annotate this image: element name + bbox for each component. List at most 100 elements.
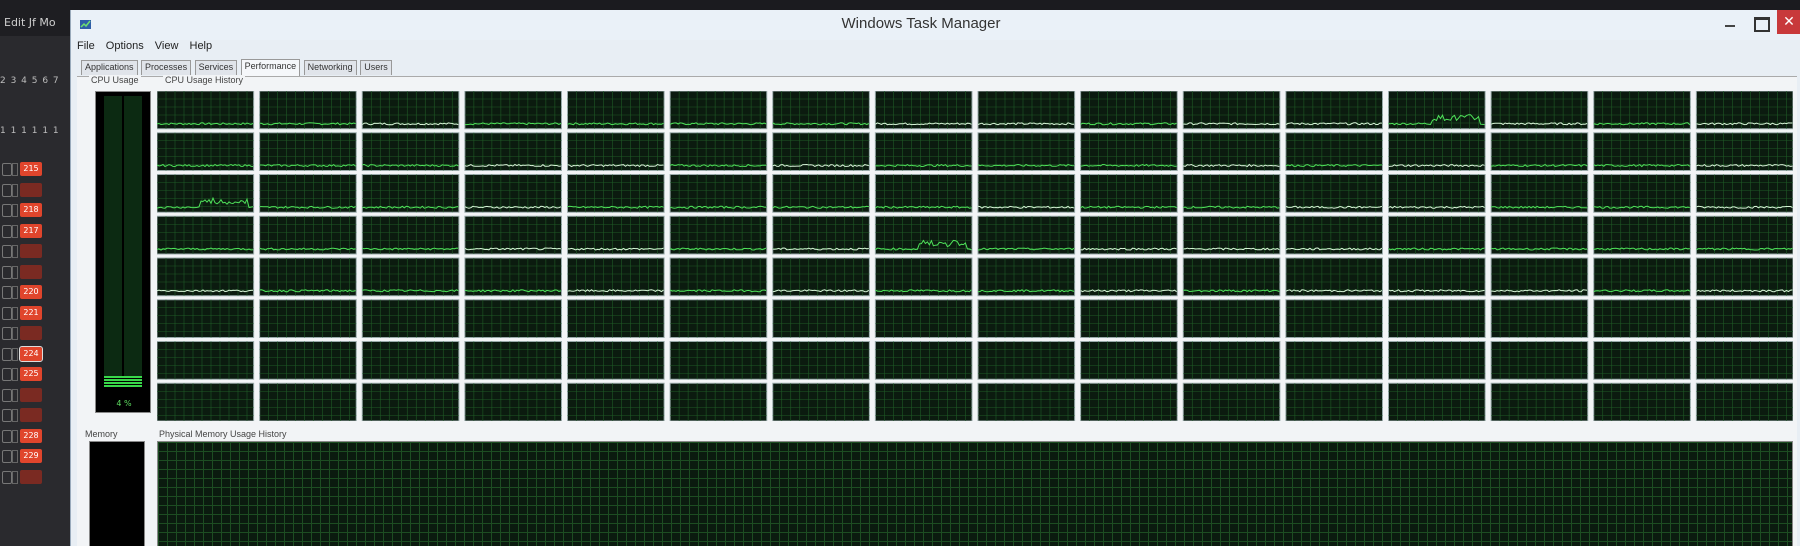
- cpu-core-graph: [1080, 91, 1178, 130]
- cpu-core-graph: [1593, 215, 1691, 255]
- cpu-core-graph: [567, 174, 665, 213]
- background-chip: [20, 244, 42, 258]
- menu-view[interactable]: View: [155, 40, 179, 52]
- cpu-core-graph: [157, 174, 255, 213]
- background-chip: [20, 469, 42, 484]
- cpu-core-graph: [157, 215, 255, 255]
- cpu-core-graph: [157, 341, 255, 380]
- cpu-core-graph: [361, 257, 460, 297]
- cpu-core-graph: [1285, 299, 1383, 338]
- background-chip: 229: [20, 449, 42, 463]
- menu-options[interactable]: Options: [106, 40, 144, 52]
- background-marker: [12, 429, 18, 443]
- cpu-usage-percent: 4 %: [116, 399, 132, 408]
- cpu-history-graphs: [157, 91, 1793, 421]
- cpu-core-graph: [1182, 174, 1281, 213]
- background-chip-row: 220: [0, 283, 56, 304]
- background-chip-row: 225: [0, 365, 56, 386]
- cpu-core-graph: [772, 132, 870, 171]
- cpu-core-graph: [1695, 215, 1793, 255]
- memory-meter: [89, 441, 145, 546]
- cpu-core-graph: [772, 91, 870, 130]
- cpu-core-graph: [1593, 257, 1691, 297]
- background-chip-row: [0, 324, 56, 345]
- background-chip-row: 229: [0, 447, 56, 468]
- cpu-meter-fill: [104, 376, 142, 388]
- background-marker: [12, 347, 18, 361]
- tab-services[interactable]: Services: [194, 60, 238, 75]
- cpu-core-graph: [1490, 382, 1589, 421]
- cpu-core-graph: [977, 299, 1076, 338]
- cpu-core-graph: [977, 174, 1076, 213]
- title-bar[interactable]: Windows Task Manager ✕: [71, 10, 1800, 40]
- cpu-core-graph: [1490, 341, 1589, 380]
- cpu-core-graph: [669, 382, 768, 421]
- background-menu: Edit Jf Mo: [0, 0, 70, 36]
- cpu-core-graph: [1490, 299, 1589, 338]
- cpu-core-graph: [1285, 132, 1383, 171]
- cpu-core-graph: [669, 341, 768, 380]
- minimize-button[interactable]: [1719, 16, 1741, 32]
- maximize-button[interactable]: [1749, 14, 1773, 32]
- background-marker: [12, 224, 18, 238]
- cpu-core-graph: [259, 257, 357, 297]
- cpu-core-graph: [1695, 341, 1793, 380]
- cpu-core-graph: [361, 132, 460, 171]
- cpu-core-graph: [259, 299, 357, 338]
- cpu-core-graph: [1182, 215, 1281, 255]
- tab-applications[interactable]: Applications: [81, 60, 138, 75]
- menu-file[interactable]: File: [77, 40, 95, 52]
- cpu-core-graph: [1388, 299, 1486, 338]
- cpu-core-graph: [1388, 257, 1486, 297]
- background-chip: [20, 264, 42, 279]
- background-marker: [12, 388, 18, 402]
- cpu-core-graph: [1080, 132, 1178, 171]
- background-chip: 220: [20, 285, 42, 299]
- tab-networking[interactable]: Networking: [303, 60, 357, 75]
- cpu-core-graph: [1695, 174, 1793, 213]
- background-chip-row: 228: [0, 427, 56, 448]
- background-marker: [12, 368, 18, 381]
- close-button[interactable]: ✕: [1777, 10, 1800, 34]
- cpu-core-graph: [772, 382, 870, 421]
- cpu-core-graph: [1285, 341, 1383, 380]
- cpu-core-graph: [259, 341, 357, 380]
- cpu-core-graph: [1490, 215, 1589, 255]
- cpu-core-graph: [1182, 382, 1281, 421]
- memory-label: Memory: [83, 429, 120, 439]
- background-chip-row: [0, 468, 56, 489]
- background-marker: [12, 306, 18, 320]
- cpu-core-graph: [1080, 174, 1178, 213]
- cpu-meter-track: [104, 96, 142, 386]
- background-checkbox: [2, 306, 12, 320]
- background-checkbox: [2, 429, 12, 443]
- cpu-core-graph: [772, 341, 870, 380]
- tab-users[interactable]: Users: [360, 60, 392, 75]
- cpu-core-graph: [1388, 132, 1486, 171]
- cpu-core-graph: [669, 299, 768, 338]
- background-marker: [12, 470, 18, 484]
- cpu-core-graph: [874, 257, 973, 297]
- task-manager-window: Windows Task Manager ✕ File Options View…: [70, 10, 1800, 546]
- cpu-core-graph: [464, 132, 562, 171]
- cpu-core-graph: [157, 132, 255, 171]
- cpu-core-graph: [1490, 257, 1589, 297]
- cpu-core-graph: [1285, 257, 1383, 297]
- menu-help[interactable]: Help: [190, 40, 213, 52]
- background-chip-row: 215: [0, 160, 56, 181]
- background-chip: [20, 408, 42, 422]
- cpu-core-graph: [772, 299, 870, 338]
- cpu-core-graph: [259, 382, 357, 421]
- background-chip: 221: [20, 305, 42, 320]
- cpu-core-graph: [361, 215, 460, 255]
- cpu-core-graph: [157, 257, 255, 297]
- cpu-core-graph: [361, 299, 460, 338]
- cpu-core-graph: [772, 257, 870, 297]
- cpu-core-graph: [1593, 341, 1691, 380]
- tab-performance[interactable]: Performance: [240, 59, 301, 76]
- cpu-core-graph: [1593, 91, 1691, 130]
- cpu-core-graph: [567, 91, 665, 130]
- cpu-core-graph: [1490, 91, 1589, 130]
- tab-processes[interactable]: Processes: [141, 60, 192, 75]
- background-checkbox: [2, 409, 12, 422]
